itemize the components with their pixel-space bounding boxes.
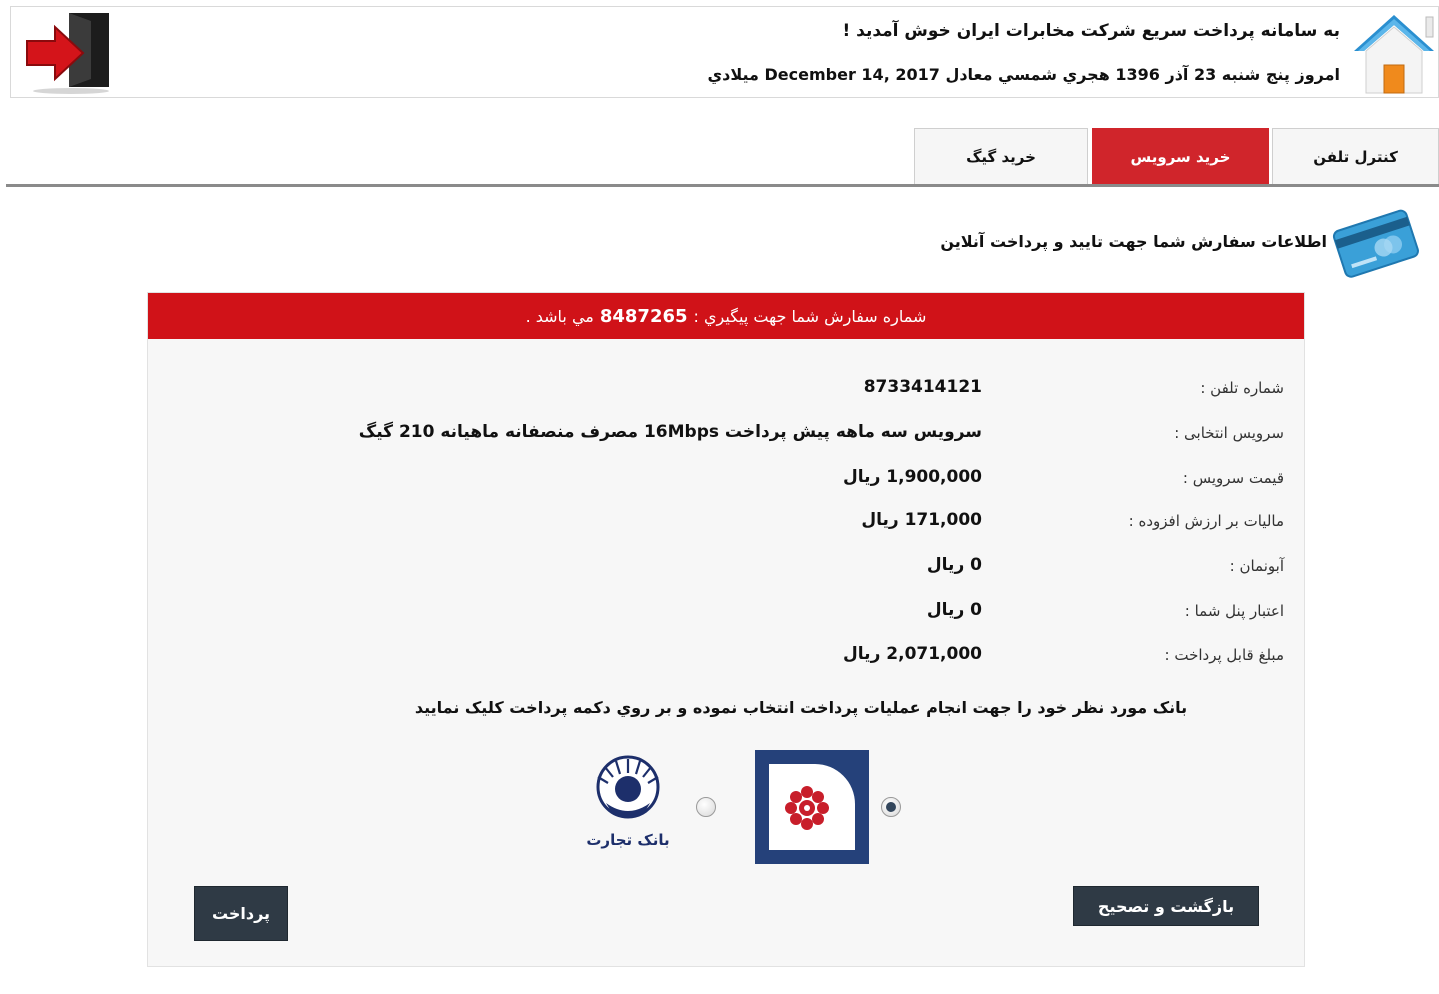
row-subscription: آبونمان : 0 ریال xyxy=(148,553,1304,583)
row-label: مالیات بر ارزش افزوده : xyxy=(1128,512,1284,530)
bank-radio-saman[interactable] xyxy=(881,797,901,817)
row-label: اعتبار پنل شما : xyxy=(1184,602,1284,620)
order-panel: شماره سفارش شما جهت پيگيري : 8487265 مي … xyxy=(147,292,1305,967)
row-value: 8733414121 xyxy=(863,377,982,397)
row-value: سرویس سه ماهه پیش پرداخت 16Mbps مصرف منص… xyxy=(358,422,982,442)
order-number-bar: شماره سفارش شما جهت پيگيري : 8487265 مي … xyxy=(148,293,1304,339)
tab-buy-service[interactable]: خرید سرویس xyxy=(1092,128,1269,184)
row-service-price: قیمت سرویس : 1,900,000 ریال xyxy=(148,465,1304,495)
page-header: به سامانه پرداخت سريع شرکت مخابرات ايران… xyxy=(10,6,1439,98)
row-value: 171,000 ریال xyxy=(861,510,982,530)
saman-bank-logo[interactable] xyxy=(755,750,869,864)
row-value: 0 ریال xyxy=(926,555,982,575)
row-value: 1,900,000 ریال xyxy=(843,467,982,487)
home-icon[interactable] xyxy=(1350,11,1438,97)
row-value: 0 ریال xyxy=(926,600,982,620)
row-label: شماره تلفن : xyxy=(1200,379,1284,397)
exit-icon[interactable] xyxy=(25,9,115,95)
row-label: قیمت سرویس : xyxy=(1182,469,1284,487)
tejarat-bank-name: بانک تجارت xyxy=(586,831,670,849)
order-number-suffix: مي باشد . xyxy=(525,306,594,326)
row-value: 2,071,000 ریال xyxy=(843,644,982,664)
row-payable-amount: مبلغ قابل پرداخت : 2,071,000 ریال xyxy=(148,642,1304,672)
tab-phone-control[interactable]: کنترل تلفن xyxy=(1272,128,1439,184)
row-label: آبونمان : xyxy=(1229,557,1284,575)
row-vat: مالیات بر ارزش افزوده : 171,000 ریال xyxy=(148,508,1304,538)
row-panel-credit: اعتبار پنل شما : 0 ریال xyxy=(148,598,1304,628)
row-selected-service: سرویس انتخابی : سرویس سه ماهه پیش پرداخت… xyxy=(148,420,1304,450)
row-phone-number: شماره تلفن : 8733414121 xyxy=(148,375,1304,405)
bank-selection-note: بانک مورد نظر خود را جهت انجام عمليات پر… xyxy=(414,698,1188,717)
tab-buy-gig[interactable]: خرید گیگ xyxy=(914,128,1088,184)
credit-card-icon xyxy=(1332,209,1419,278)
bank-radio-tejarat[interactable] xyxy=(696,797,716,817)
date-line: امروز پنج شنبه 23 آذر 1396 هجري شمسي معا… xyxy=(707,65,1340,84)
tabs-divider xyxy=(6,184,1439,187)
pay-button[interactable]: پرداخت xyxy=(194,886,288,941)
back-and-edit-button[interactable]: بازگشت و تصحیح xyxy=(1073,886,1259,926)
row-label: سرویس انتخابی : xyxy=(1174,424,1284,442)
welcome-message: به سامانه پرداخت سريع شرکت مخابرات ايران… xyxy=(842,21,1340,41)
order-number: 8487265 xyxy=(599,305,688,327)
row-label: مبلغ قابل پرداخت : xyxy=(1164,646,1284,664)
order-number-prefix: شماره سفارش شما جهت پيگيري : xyxy=(693,306,927,326)
section-title: اطلاعات سفارش شما جهت تایید و پرداخت آنل… xyxy=(940,232,1327,251)
